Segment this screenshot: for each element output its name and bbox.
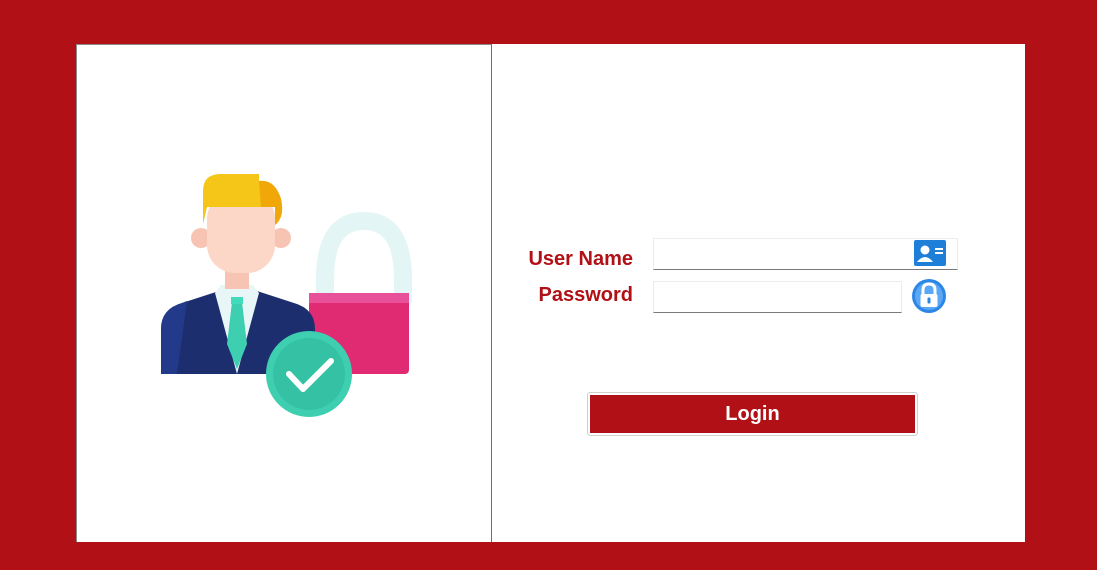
padlock-icon [912,279,946,313]
user-unlocked-illustration [161,174,412,417]
login-form-pane: User Name Password Login [493,44,1025,542]
password-input[interactable] [653,281,902,313]
illustration-pane [76,44,492,542]
login-button-label: Login [590,395,915,433]
username-label: User Name [528,248,633,270]
login-window: User Name Password Login [76,44,1025,542]
username-input[interactable] [653,238,958,270]
login-button[interactable]: Login [587,392,918,436]
password-label: Password [538,284,633,306]
contact-card-icon [914,240,946,266]
